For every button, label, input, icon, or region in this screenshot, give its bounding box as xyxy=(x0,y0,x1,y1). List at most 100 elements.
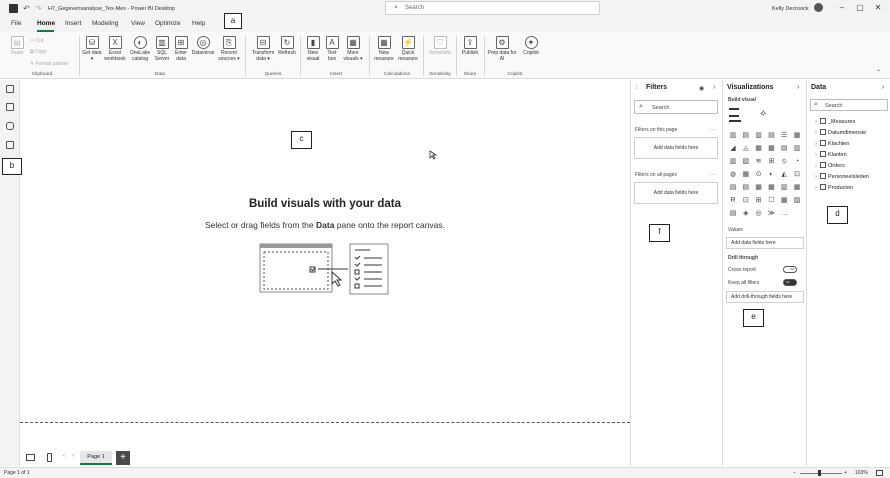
desktop-layout-icon[interactable] xyxy=(26,454,35,461)
visual-type-icon[interactable]: ◬ xyxy=(742,145,750,153)
visual-type-icon[interactable]: R xyxy=(729,197,737,205)
format-painter-button[interactable]: ✎ Format painter xyxy=(30,61,68,67)
close-icon[interactable]: ✕ xyxy=(873,3,883,13)
refresh-button[interactable]: ↻ Refresh xyxy=(277,36,297,57)
data-table-item[interactable]: › Orders xyxy=(815,162,845,169)
visual-type-icon[interactable]: ▤ xyxy=(729,184,737,192)
visual-type-icon[interactable]: ▦ xyxy=(780,197,788,205)
dax-query-view-icon[interactable] xyxy=(6,141,14,149)
tab-insert[interactable]: Insert xyxy=(65,20,81,27)
visual-type-icon[interactable]: ☐ xyxy=(767,197,775,205)
zoom-slider-thumb[interactable] xyxy=(818,470,821,476)
visual-type-icon[interactable]: … xyxy=(780,210,788,218)
visual-type-icon[interactable]: ▨ xyxy=(793,197,801,205)
visual-type-icon[interactable]: ◭ xyxy=(780,171,788,179)
cut-button[interactable]: ✂ Cut xyxy=(30,38,43,44)
visual-type-icon[interactable]: ▧ xyxy=(742,158,750,166)
more-options-icon[interactable]: … xyxy=(711,171,716,177)
visual-type-icon[interactable]: ◔ xyxy=(793,158,801,166)
quick-measure-button[interactable]: ⚡ Quick measure xyxy=(396,36,420,62)
visual-type-icon[interactable]: ▤ xyxy=(742,132,750,140)
filters-page-drop-zone[interactable]: Add data fields here xyxy=(634,137,718,159)
visual-type-icon[interactable]: ▦ xyxy=(742,171,750,179)
publish-button[interactable]: ⇪ Publish xyxy=(459,36,481,57)
dataverse-button[interactable]: ◎ Dataverse xyxy=(190,36,216,57)
tab-optimize[interactable]: Optimize xyxy=(155,20,181,27)
new-measure-button[interactable]: ▦ New measure xyxy=(372,36,396,62)
maximize-icon[interactable]: ▢ xyxy=(855,3,865,13)
visual-type-icon[interactable]: ⊡ xyxy=(742,197,750,205)
enter-data-button[interactable]: ⊞ Enter data xyxy=(172,36,190,62)
visual-type-icon[interactable]: ☰ xyxy=(780,132,788,140)
more-options-icon[interactable]: … xyxy=(711,126,716,132)
visual-type-icon[interactable]: ◈ xyxy=(742,210,750,218)
paste-button[interactable]: ▤ Paste xyxy=(7,36,27,57)
visual-type-icon[interactable]: ▤ xyxy=(729,210,737,218)
filters-search-input[interactable]: ⌕ Search xyxy=(634,100,718,114)
cross-report-toggle[interactable]: Off xyxy=(783,266,797,273)
chevron-right-icon[interactable]: › xyxy=(713,84,715,91)
visual-type-icon[interactable]: ▦ xyxy=(793,132,801,140)
visual-type-icon[interactable]: ◢ xyxy=(729,145,737,153)
tab-view[interactable]: View xyxy=(131,20,145,27)
text-box-button[interactable]: A Text box xyxy=(323,36,341,62)
visual-type-icon[interactable]: ▦ xyxy=(793,184,801,192)
data-table-item[interactable]: › Personeelsleden xyxy=(815,173,869,180)
values-drop-zone[interactable]: Add data fields here xyxy=(726,237,804,249)
visual-type-icon[interactable]: ▥ xyxy=(729,132,737,140)
report-canvas[interactable]: Build visuals with your data Select or d… xyxy=(20,80,630,424)
visual-type-icon[interactable]: ▥ xyxy=(780,184,788,192)
visual-type-icon[interactable]: ▦ xyxy=(755,184,763,192)
tab-modeling[interactable]: Modeling xyxy=(92,20,118,27)
minimize-icon[interactable]: – xyxy=(837,3,847,13)
avatar[interactable] xyxy=(814,3,823,12)
model-view-icon[interactable] xyxy=(6,122,14,130)
chevron-right-icon[interactable]: › xyxy=(797,84,799,91)
copy-button[interactable]: ⧉ Copy xyxy=(30,49,47,55)
visual-type-icon[interactable]: ≫ xyxy=(767,210,775,218)
visual-type-icon[interactable]: ▤ xyxy=(780,145,788,153)
transform-data-button[interactable]: ⊟ Transform data ▾ xyxy=(249,36,277,62)
get-data-button[interactable]: ⛁ Get data ▾ xyxy=(82,36,102,62)
chevron-right-icon[interactable]: › xyxy=(72,453,74,459)
collapse-ribbon-icon[interactable]: ⌃ xyxy=(876,69,881,76)
build-visual-tab-icon[interactable] xyxy=(729,108,739,117)
recent-sources-button[interactable]: ⎘ Recent sources ▾ xyxy=(217,36,241,62)
fit-to-page-icon[interactable] xyxy=(876,470,883,476)
zoom-slider[interactable] xyxy=(800,473,842,474)
redo-icon[interactable]: ↷ xyxy=(34,4,43,13)
title-search-box[interactable]: ⌕ Search xyxy=(385,1,600,15)
onelake-catalog-button[interactable]: ◐ OneLake catalog xyxy=(128,36,152,62)
zoom-in-icon[interactable]: + xyxy=(844,470,847,476)
visual-type-icon[interactable]: ▥ xyxy=(729,158,737,166)
tab-file[interactable]: File xyxy=(11,20,21,27)
visual-type-icon[interactable]: ▤ xyxy=(767,132,775,140)
filters-all-drop-zone[interactable]: Add data fields here xyxy=(634,182,718,204)
visual-type-icon[interactable]: ▦ xyxy=(755,145,763,153)
zoom-out-icon[interactable]: − xyxy=(793,470,796,476)
tab-help[interactable]: Help xyxy=(192,20,205,27)
data-table-item[interactable]: › Producten xyxy=(815,184,853,191)
visual-type-icon[interactable]: ⊞ xyxy=(755,197,763,205)
visual-type-icon[interactable]: ◎ xyxy=(755,210,763,218)
data-table-item[interactable]: › Klachten xyxy=(815,140,849,147)
visual-type-icon[interactable]: ≋ xyxy=(755,158,763,166)
data-search-input[interactable]: ⌕ Search xyxy=(810,99,888,111)
sensitivity-button[interactable]: ⛉ Sensitivity xyxy=(426,36,454,57)
copilot-button[interactable]: ✦ Copilot xyxy=(519,36,543,57)
sql-server-button[interactable]: ▥ SQL Server xyxy=(153,36,171,62)
chevron-right-icon[interactable]: › xyxy=(882,84,884,91)
visual-type-icon[interactable]: ⊞ xyxy=(767,158,775,166)
visual-type-icon[interactable]: ▦ xyxy=(767,145,775,153)
drill-through-drop-zone[interactable]: Add drill-through fields here xyxy=(726,291,804,303)
prep-data-ai-button[interactable]: ⚙ Prep data for AI xyxy=(487,36,517,62)
report-view-icon[interactable] xyxy=(6,85,14,93)
more-visuals-button[interactable]: ▦ More visuals ▾ xyxy=(342,36,364,62)
data-table-item[interactable]: › _Measures xyxy=(815,118,855,125)
visual-type-icon[interactable]: ◍ xyxy=(729,171,737,179)
mobile-layout-icon[interactable] xyxy=(47,453,52,462)
data-table-item[interactable]: › Datumdimensie xyxy=(815,129,866,136)
tab-page-1[interactable]: Page 1 xyxy=(80,451,112,465)
format-visual-icon[interactable]: ⟡ xyxy=(760,108,767,119)
eye-icon[interactable]: ◉ xyxy=(699,85,704,92)
